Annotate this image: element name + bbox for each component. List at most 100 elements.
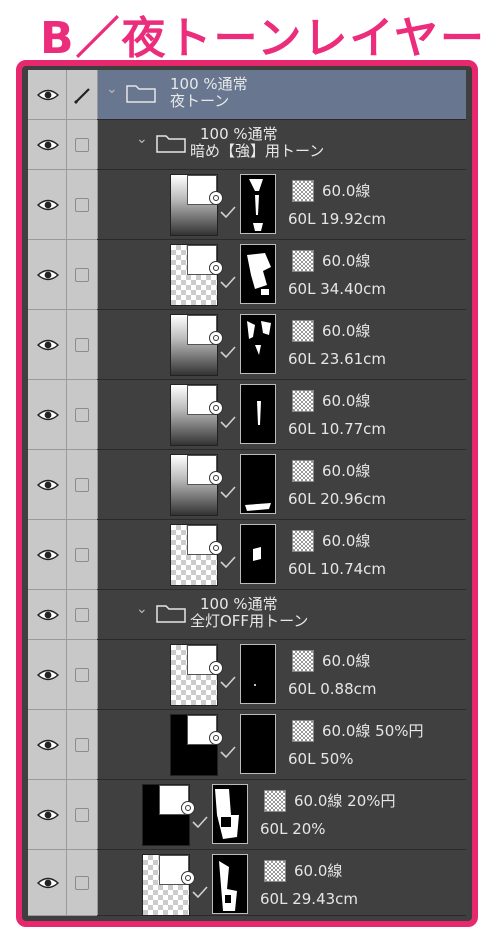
layer-row[interactable]: 60.0線 60L 10.74cm — [28, 520, 466, 590]
layer-thumbnail — [170, 174, 223, 236]
mask-link-check-icon — [220, 746, 236, 758]
layer-blend-mode: 100 %通常 — [200, 595, 278, 613]
layer-mask-thumbnail — [240, 524, 276, 584]
tone-info: 60L 19.92cm — [288, 210, 387, 228]
screentone-icon — [292, 720, 314, 742]
mask-link-check-icon — [220, 416, 236, 428]
tone-lines-value: 60.0線 — [322, 532, 371, 550]
layer-thumbnail — [170, 384, 223, 446]
lock-checkbox[interactable] — [75, 138, 89, 152]
lock-checkbox[interactable] — [75, 738, 89, 752]
mask-link-check-icon — [220, 676, 236, 688]
tone-lines-value: 60.0線 — [322, 182, 371, 200]
eye-icon[interactable] — [37, 408, 59, 422]
tone-info: 60L 20.96cm — [288, 490, 387, 508]
tone-lines-value: 60.0線 — [322, 462, 371, 480]
layer-row[interactable]: ⌄ 100 %通常 全灯OFF用トーン — [28, 590, 466, 640]
eye-icon[interactable] — [37, 548, 59, 562]
screentone-icon — [292, 460, 314, 482]
lock-checkbox[interactable] — [75, 478, 89, 492]
tone-lines-value: 60.0線 — [322, 652, 371, 670]
eye-icon[interactable] — [37, 478, 59, 492]
mask-shape — [254, 684, 256, 686]
lock-checkbox[interactable] — [75, 268, 89, 282]
layer-name: 全灯OFF用トーン — [190, 612, 309, 630]
layer-row[interactable]: ⌄ 100 %通常 夜トーン — [28, 70, 466, 120]
tone-layer-icon — [181, 871, 195, 885]
layer-mask-thumbnail — [212, 784, 248, 844]
eye-icon[interactable] — [37, 338, 59, 352]
lock-checkbox[interactable] — [75, 608, 89, 622]
layer-mask-thumbnail — [240, 714, 276, 774]
eye-icon[interactable] — [37, 876, 59, 890]
layer-row[interactable]: 60.0線 50%円 60L 50% — [28, 710, 466, 780]
page-title: B／夜トーンレイヤー — [40, 13, 487, 64]
lock-checkbox[interactable] — [75, 808, 89, 822]
layer-mask-thumbnail — [240, 174, 276, 234]
chevron-down-icon[interactable]: ⌄ — [136, 131, 148, 147]
mask-shape — [249, 179, 263, 231]
layer-thumbnail — [142, 784, 195, 846]
lock-checkbox[interactable] — [75, 668, 89, 682]
chevron-down-icon[interactable]: ⌄ — [136, 601, 148, 617]
eye-icon[interactable] — [37, 808, 59, 822]
layer-row[interactable]: 60.0線 60L 29.43cm — [28, 850, 466, 916]
lock-checkbox[interactable] — [75, 408, 89, 422]
mask-shape — [257, 401, 261, 425]
layer-blend-mode: 100 %通常 — [200, 125, 278, 143]
lock-checkbox[interactable] — [75, 198, 89, 212]
layer-row[interactable]: 60.0線 60L 23.61cm — [28, 310, 466, 380]
pen-icon[interactable] — [73, 85, 93, 105]
eye-icon[interactable] — [37, 608, 59, 622]
tone-info: 60L 10.74cm — [288, 560, 387, 578]
layer-thumbnail — [170, 244, 223, 306]
screentone-icon — [292, 250, 314, 272]
lock-checkbox[interactable] — [75, 548, 89, 562]
mask-link-check-icon — [220, 486, 236, 498]
mask-link-check-icon — [220, 556, 236, 568]
layer-thumbnail — [170, 314, 223, 376]
mask-shape — [245, 503, 271, 511]
lock-checkbox[interactable] — [75, 338, 89, 352]
layer-row[interactable]: 60.0線 60L 34.40cm — [28, 240, 466, 310]
eye-icon[interactable] — [37, 138, 59, 152]
mask-link-check-icon — [220, 276, 236, 288]
screentone-icon — [292, 390, 314, 412]
layer-row[interactable]: 60.0線 20%円 60L 20% — [28, 780, 466, 850]
folder-icon — [156, 135, 186, 153]
layer-thumbnail — [170, 454, 223, 516]
mask-link-check-icon — [192, 886, 208, 898]
tone-layer-icon — [181, 801, 195, 815]
mask-link-check-icon — [192, 816, 208, 828]
lock-checkbox[interactable] — [75, 876, 89, 890]
eye-icon[interactable] — [37, 88, 59, 102]
screentone-icon — [264, 860, 286, 882]
tone-layer-icon — [209, 401, 223, 415]
chevron-down-icon[interactable]: ⌄ — [106, 81, 118, 97]
layer-row[interactable]: ⌄ 100 %通常 暗め【強】用トーン — [28, 120, 466, 170]
tone-info: 60L 23.61cm — [288, 350, 387, 368]
layer-panel-frame: ⌄ 100 %通常 夜トーン ⌄ 100 %通常 暗め【強】用トーン 60.0線 60L 19… — [16, 60, 478, 927]
layer-row[interactable]: 60.0線 60L 10.77cm — [28, 380, 466, 450]
layer-thumbnail — [170, 524, 223, 586]
mask-shape — [247, 321, 271, 355]
tone-layer-icon — [209, 471, 223, 485]
screentone-icon — [264, 790, 286, 812]
eye-icon[interactable] — [37, 198, 59, 212]
layer-blend-mode: 100 %通常 — [170, 75, 248, 93]
mask-shape — [253, 547, 261, 561]
tone-info: 60L 29.43cm — [260, 890, 359, 908]
tone-lines-value: 60.0線 — [322, 252, 371, 270]
layer-panel: ⌄ 100 %通常 夜トーン ⌄ 100 %通常 暗め【強】用トーン 60.0線 60L 19… — [28, 70, 466, 916]
mask-shape — [215, 789, 239, 839]
folder-icon — [156, 605, 186, 623]
layer-row[interactable]: 60.0線 60L 0.88cm — [28, 640, 466, 710]
screentone-icon — [292, 320, 314, 342]
mask-shape — [247, 253, 271, 295]
layer-row[interactable]: 60.0線 60L 19.92cm — [28, 170, 466, 240]
layer-mask-thumbnail — [212, 854, 248, 914]
eye-icon[interactable] — [37, 268, 59, 282]
layer-row[interactable]: 60.0線 60L 20.96cm — [28, 450, 466, 520]
eye-icon[interactable] — [37, 668, 59, 682]
eye-icon[interactable] — [37, 738, 59, 752]
